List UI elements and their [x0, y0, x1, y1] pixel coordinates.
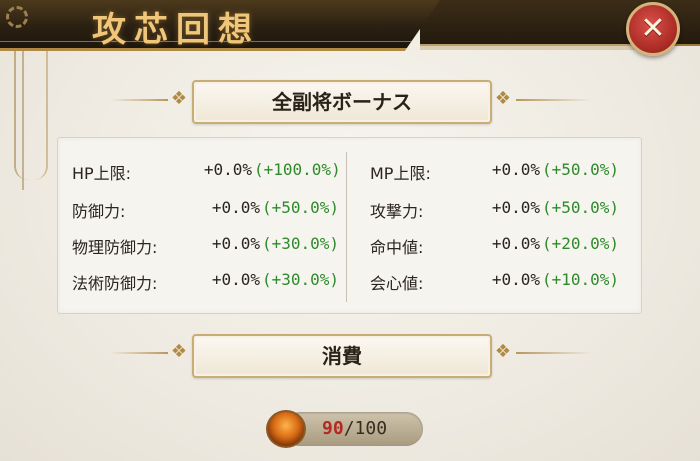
section-bonus-line-left — [110, 99, 168, 101]
ornament-icon: ❖ — [494, 88, 512, 109]
stat-value: +0.0% — [211, 234, 260, 253]
cost-max: 100 — [354, 418, 388, 439]
stat-value: +0.0% — [211, 270, 260, 289]
stat-row: 法術防御力: +0.0% (+30.0%) — [72, 270, 342, 293]
stat-bonus: (+10.0%) — [542, 270, 620, 289]
gear-icon — [6, 6, 28, 28]
stat-label: MP上限: — [370, 164, 431, 183]
stat-row: 命中値: +0.0% (+20.0%) — [370, 234, 635, 257]
stat-row: 物理防御力: +0.0% (+30.0%) — [72, 234, 342, 257]
fire-orb-icon — [266, 410, 306, 448]
stat-bonus: (+50.0%) — [262, 198, 340, 217]
cost-amount: 90/100 — [322, 418, 387, 439]
stat-row: MP上限: +0.0% (+50.0%) — [370, 160, 635, 183]
stat-value: +0.0% — [203, 160, 252, 179]
stat-label: 法術防御力: — [72, 274, 158, 293]
stats-divider — [346, 152, 347, 302]
top-frame-trim — [420, 44, 650, 50]
ornament-icon: ❖ — [170, 88, 188, 109]
stat-label: 命中値: — [370, 238, 424, 257]
section-cost-title: 消費 — [192, 334, 492, 378]
section-cost-line-left — [110, 352, 168, 354]
stat-bonus: (+100.0%) — [254, 160, 341, 179]
stat-label: 会心値: — [370, 274, 424, 293]
stat-bonus: (+30.0%) — [262, 270, 340, 289]
stat-value: +0.0% — [491, 234, 540, 253]
stat-row: HP上限: +0.0% (+100.0%) — [72, 160, 342, 183]
rope-decoration-inner — [22, 30, 30, 190]
section-bonus-title: 全副将ボーナス — [192, 80, 492, 124]
stat-value: +0.0% — [491, 160, 540, 179]
stat-bonus: (+50.0%) — [542, 160, 620, 179]
stat-row: 攻撃力: +0.0% (+50.0%) — [370, 198, 635, 221]
cost-current: 90 — [322, 418, 344, 439]
rope-decoration — [14, 40, 48, 180]
ornament-icon: ❖ — [170, 341, 188, 362]
stat-value: +0.0% — [491, 270, 540, 289]
stat-bonus: (+20.0%) — [542, 234, 620, 253]
stat-value: +0.0% — [211, 198, 260, 217]
stat-bonus: (+50.0%) — [542, 198, 620, 217]
cost-separator: / — [343, 418, 355, 439]
close-button[interactable]: ✕ — [626, 2, 680, 56]
stat-label: 攻撃力: — [370, 202, 424, 221]
page-title: 攻芯回想 — [92, 10, 260, 50]
close-icon: ✕ — [640, 11, 666, 46]
stat-row: 防御力: +0.0% (+50.0%) — [72, 198, 342, 221]
section-cost-line-right — [516, 352, 592, 354]
section-bonus-line-right — [516, 99, 592, 101]
stat-value: +0.0% — [491, 198, 540, 217]
stat-label: HP上限: — [72, 164, 132, 183]
stat-label: 物理防御力: — [72, 238, 158, 257]
ornament-icon: ❖ — [494, 341, 512, 362]
stat-label: 防御力: — [72, 202, 126, 221]
stat-bonus: (+30.0%) — [262, 234, 340, 253]
stat-row: 会心値: +0.0% (+10.0%) — [370, 270, 635, 293]
